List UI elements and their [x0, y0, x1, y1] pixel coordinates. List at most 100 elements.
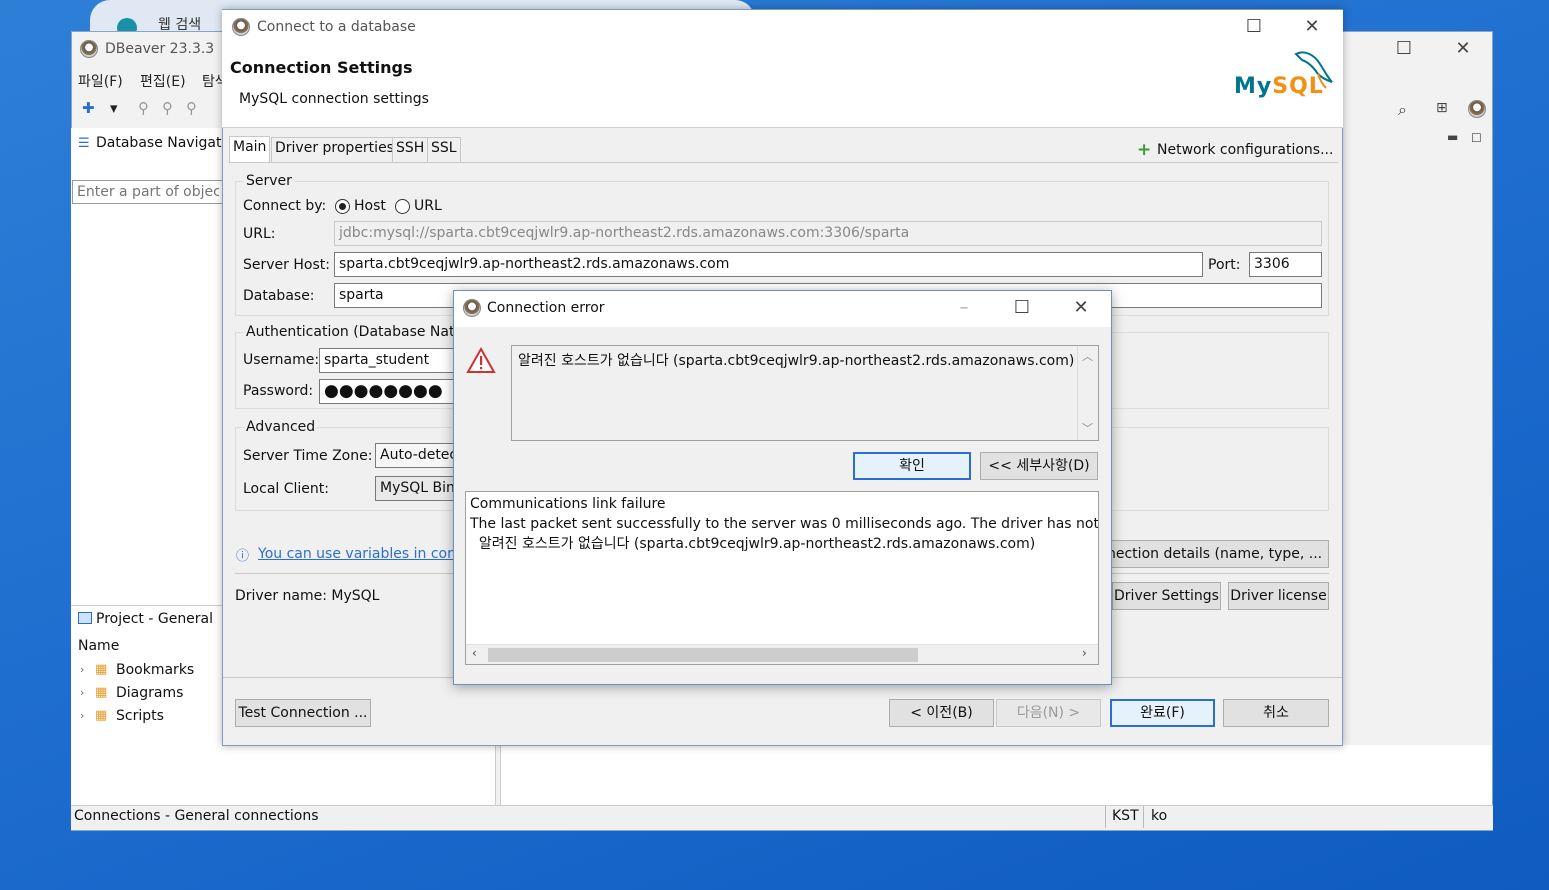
connect-by-host-radio[interactable]: [335, 199, 350, 214]
menu-edit[interactable]: 편집(E): [140, 71, 186, 91]
dbeaver-logo-icon: [463, 299, 481, 317]
variables-link[interactable]: You can use variables in con: [258, 546, 456, 562]
scroll-down-icon[interactable]: ﹀: [1082, 420, 1093, 436]
perspective-dbeaver-icon[interactable]: [1468, 100, 1486, 118]
authentication-group-label: Authentication (Database Nati: [244, 324, 461, 340]
finish-button[interactable]: 완료(F): [1110, 699, 1215, 727]
database-navigator-icon: ☰: [78, 136, 90, 151]
expand-chevron-icon[interactable]: ›: [80, 709, 84, 722]
minimize-icon[interactable]: –: [944, 297, 984, 318]
detail-line: 알려진 호스트가 없습니다 (sparta.cbt9ceqjwlr9.ap-no…: [470, 536, 1036, 552]
next-button[interactable]: 다음(N) >: [996, 699, 1101, 727]
menu-file[interactable]: 파일(F): [78, 71, 123, 91]
navigator-filter-input[interactable]: [72, 180, 224, 204]
ok-button[interactable]: 확인: [853, 452, 971, 480]
connection-details-button[interactable]: nection details (name, type, ... ): [1106, 540, 1329, 568]
close-icon[interactable]: ✕: [1292, 16, 1332, 37]
server-timezone-select[interactable]: Auto-detec: [375, 443, 465, 468]
maximize-icon[interactable]: ☐: [1234, 16, 1274, 37]
details-button[interactable]: << 세부사항(D): [980, 452, 1098, 480]
connect-by-url-radio[interactable]: [395, 199, 410, 214]
maximize-view-icon[interactable]: ☐: [1471, 131, 1482, 145]
scripts-folder-icon: ▦: [95, 708, 108, 723]
invalidate-icon[interactable]: ⚲: [186, 99, 197, 117]
dropdown-arrow-icon[interactable]: ▾: [110, 99, 118, 117]
detail-line: Communications link failure: [470, 496, 666, 512]
dbeaver-logo-icon: [232, 18, 250, 36]
status-timezone: KST: [1112, 808, 1139, 824]
error-details-panel[interactable]: Communications link failure The last pac…: [465, 491, 1099, 665]
connect-by-url-label[interactable]: URL: [414, 198, 442, 214]
scroll-left-icon[interactable]: ‹: [472, 646, 477, 660]
main-window-title: DBeaver 23.3.3: [105, 41, 215, 57]
message-scrollbar[interactable]: ︿ ﹀: [1077, 346, 1098, 440]
server-timezone-label: Server Time Zone:: [243, 448, 373, 464]
advanced-group-label: Advanced: [244, 419, 318, 435]
minimize-view-icon[interactable]: ▬: [1447, 130, 1458, 144]
connect-icon[interactable]: ⚲: [138, 99, 149, 117]
project-title[interactable]: Project - General: [96, 611, 213, 627]
project-column-header: Name: [78, 638, 120, 654]
url-field[interactable]: jdbc:mysql://sparta.cbt9ceqjwlr9.ap-nort…: [334, 221, 1322, 246]
driver-license-button[interactable]: Driver license: [1228, 582, 1329, 610]
local-client-select[interactable]: MySQL Bin: [375, 476, 465, 501]
project-icon: [78, 612, 92, 624]
connection-settings-heading: Connection Settings: [230, 58, 413, 77]
expand-chevron-icon[interactable]: ›: [80, 663, 84, 676]
search-icon[interactable]: ⌕: [1398, 100, 1407, 120]
username-label: Username:: [243, 352, 320, 368]
new-connection-icon[interactable]: ✚: [82, 99, 95, 117]
cancel-button[interactable]: 취소: [1223, 699, 1329, 727]
status-divider: [1105, 806, 1106, 828]
connect-dialog-title: Connect to a database: [257, 19, 416, 35]
network-configurations-link[interactable]: Network configurations...: [1157, 142, 1333, 158]
port-label: Port:: [1208, 257, 1241, 273]
scroll-right-icon[interactable]: ›: [1082, 646, 1087, 660]
bookmarks-folder-icon: ▦: [95, 662, 108, 677]
tab-main[interactable]: Main: [229, 136, 271, 163]
tab-ssl[interactable]: SSL: [427, 137, 461, 163]
mysql-logo-text: MySQL: [1234, 74, 1324, 99]
url-label: URL:: [243, 226, 276, 242]
connect-by-label: Connect by:: [243, 198, 327, 214]
expand-chevron-icon[interactable]: ›: [80, 686, 84, 699]
test-connection-button[interactable]: Test Connection ...: [235, 699, 371, 727]
close-icon[interactable]: ✕: [1061, 297, 1101, 318]
tab-ssh[interactable]: SSH: [392, 137, 429, 163]
status-connections: Connections - General connections: [74, 808, 319, 824]
scroll-up-icon[interactable]: ︿: [1082, 348, 1093, 364]
plus-icon[interactable]: +: [1137, 140, 1151, 160]
menu-navigate[interactable]: 탐색: [202, 71, 222, 91]
previous-button[interactable]: < 이전(B): [889, 699, 994, 727]
detail-line: The last packet sent successfully to the…: [470, 516, 1099, 532]
info-icon: ⓘ: [236, 549, 250, 564]
maximize-icon[interactable]: ☐: [1384, 38, 1424, 59]
driver-settings-button[interactable]: Driver Settings: [1112, 582, 1221, 610]
tab-driver-properties[interactable]: Driver properties: [271, 137, 398, 163]
scrollbar-thumb[interactable]: [488, 648, 918, 662]
disconnect-icon[interactable]: ⚲: [162, 99, 173, 117]
connect-by-host-label[interactable]: Host: [354, 198, 386, 214]
mysql-logo: MySQL: [1234, 48, 1334, 104]
error-message-text: 알려진 호스트가 없습니다 (sparta.cbt9ceqjwlr9.ap-no…: [518, 353, 1075, 369]
diagrams-folder-icon: ▦: [95, 685, 108, 700]
maximize-icon[interactable]: ☐: [1002, 297, 1042, 318]
connection-settings-subheading: MySQL connection settings: [239, 91, 429, 107]
password-label: Password:: [243, 383, 314, 399]
project-item-diagrams[interactable]: Diagrams: [116, 685, 183, 701]
error-dialog-title: Connection error: [487, 300, 605, 316]
username-field[interactable]: sparta_student: [319, 348, 459, 373]
port-field[interactable]: 3306: [1249, 252, 1322, 277]
project-item-scripts[interactable]: Scripts: [116, 708, 164, 724]
tab-divider: [229, 162, 1338, 163]
horizontal-scrollbar[interactable]: ‹ ›: [466, 644, 1098, 664]
project-item-bookmarks[interactable]: Bookmarks: [116, 662, 194, 678]
close-icon[interactable]: ✕: [1443, 38, 1483, 59]
local-client-label: Local Client:: [243, 481, 329, 497]
server-host-field[interactable]: sparta.cbt9ceqjwlr9.ap-northeast2.rds.am…: [334, 252, 1203, 277]
open-perspective-icon[interactable]: ⊞: [1436, 100, 1448, 116]
database-navigator-title[interactable]: Database Navigator: [96, 135, 222, 151]
editor-area: [500, 745, 1492, 805]
warning-icon: [466, 346, 496, 374]
password-field[interactable]: ●●●●●●●●: [319, 379, 459, 404]
